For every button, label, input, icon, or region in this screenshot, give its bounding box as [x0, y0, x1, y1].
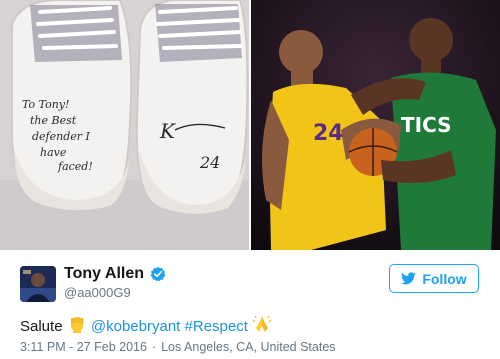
signature-line-4: have [40, 146, 67, 159]
follow-button-label: Follow [422, 270, 467, 287]
follow-button[interactable]: Follow [389, 264, 479, 293]
shoes-image: To Tony! the Best defender I have faced!… [0, 0, 249, 250]
tweet-meta: 3:11 PM - 27 Feb 2016 · Los Angeles, CA, U… [20, 340, 336, 354]
tweet-media[interactable]: To Tony! the Best defender I have faced!… [0, 0, 500, 250]
tweet-word: Salute [20, 318, 63, 335]
avatar[interactable] [20, 266, 56, 302]
meta-separator: · [151, 340, 157, 354]
hashtag-link[interactable]: #Respect [185, 318, 248, 335]
avatar-image [20, 266, 56, 302]
celtics-jersey-text: TICS [401, 113, 452, 137]
signature-line-1: To Tony! [22, 98, 69, 111]
autograph-number: 24 [199, 153, 220, 172]
twitter-bird-icon [401, 272, 417, 285]
signature-line-2: the Best [30, 114, 77, 127]
author-name-row: Tony Allen [64, 265, 166, 283]
signed-shoes-photo[interactable]: To Tony! the Best defender I have faced!… [0, 0, 249, 250]
signature-line-5: faced! [57, 160, 93, 173]
basketball-action-photo[interactable]: 24 TICS [251, 0, 500, 250]
autograph-initial: K [159, 119, 176, 143]
author-name[interactable]: Tony Allen [64, 265, 144, 283]
lakers-jersey-number: 24 [313, 121, 344, 146]
raised-fist-icon [70, 317, 84, 333]
tweet-text: Salute @kobebryant #Respect [20, 314, 272, 335]
tweet-location[interactable]: Los Angeles, CA, United States [161, 340, 335, 354]
tweet-timestamp[interactable]: 3:11 PM - 27 Feb 2016 [20, 340, 147, 354]
author-handle[interactable]: @aa000G9 [64, 285, 131, 300]
basketball-image: 24 TICS [251, 0, 500, 250]
mention-link[interactable]: @kobebryant [91, 318, 180, 335]
verified-badge-icon [150, 266, 166, 282]
folded-hands-icon [252, 315, 272, 332]
signature-line-3: defender I [32, 130, 91, 143]
